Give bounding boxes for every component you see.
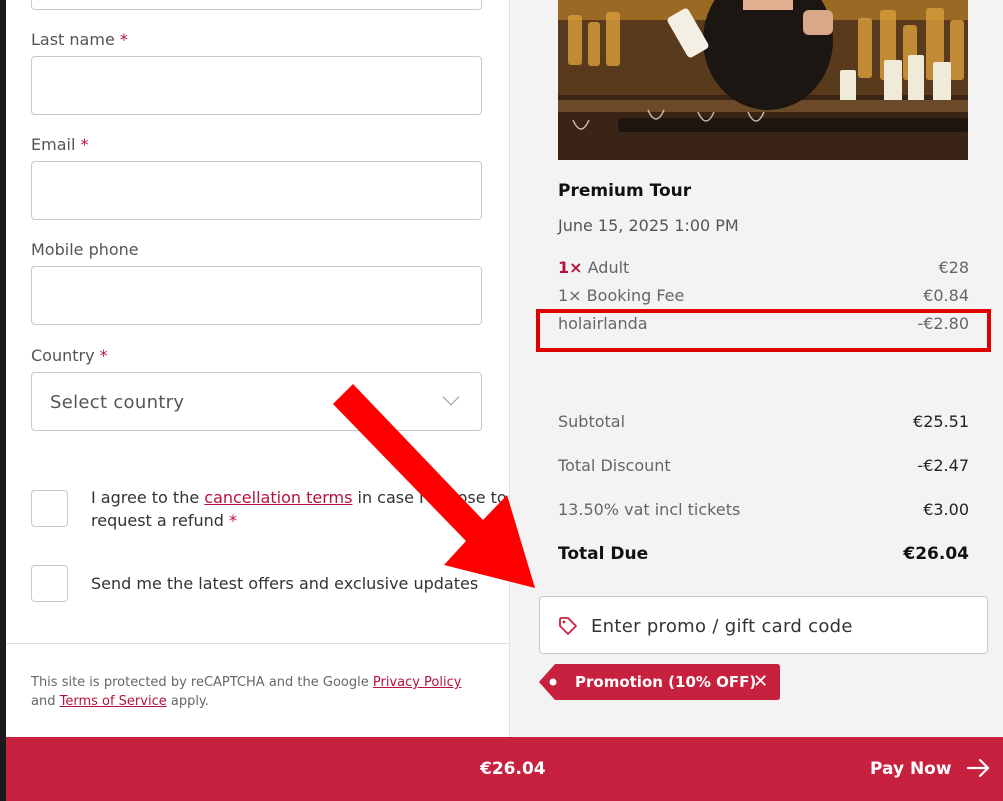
mobile-phone-label: Mobile phone bbox=[31, 240, 139, 259]
close-icon[interactable]: ✕ bbox=[753, 671, 768, 692]
total-discount-row: Total Discount -€2.47 bbox=[558, 456, 969, 475]
cancellation-terms-text: I agree to the cancellation terms in cas… bbox=[91, 488, 507, 530]
total-due-row: Total Due €26.04 bbox=[558, 544, 969, 564]
tour-date: June 15, 2025 1:00 PM bbox=[558, 216, 739, 235]
promo-code-input[interactable]: Enter promo / gift card code bbox=[539, 596, 988, 654]
mobile-phone-field[interactable] bbox=[31, 266, 482, 325]
email-label: Email * bbox=[31, 135, 89, 154]
promotion-label: Promotion (10% OFF) bbox=[575, 673, 757, 691]
applied-promotion-badge: Promotion (10% OFF) ✕ bbox=[539, 664, 780, 700]
order-summary: Premium Tour June 15, 2025 1:00 PM 1× Ad… bbox=[509, 0, 1003, 737]
cancellation-terms-checkbox[interactable] bbox=[31, 490, 68, 527]
offers-label: Send me the latest offers and exclusive … bbox=[91, 574, 479, 593]
line-item: 1× Adult €28 bbox=[558, 258, 969, 277]
pay-bar: €26.04 Pay Now bbox=[6, 737, 1003, 801]
privacy-policy-link[interactable]: Privacy Policy bbox=[373, 675, 462, 690]
offers-checkbox[interactable] bbox=[31, 565, 68, 602]
terms-of-service-link[interactable]: Terms of Service bbox=[60, 694, 167, 709]
email-field[interactable] bbox=[31, 161, 482, 220]
promo-code-placeholder: Enter promo / gift card code bbox=[591, 616, 853, 637]
country-select-value: Select country bbox=[50, 392, 185, 413]
tour-photo bbox=[558, 0, 968, 160]
first-name-field[interactable] bbox=[31, 0, 482, 10]
chevron-down-icon bbox=[442, 388, 460, 406]
vat-row: 13.50% vat incl tickets €3.00 bbox=[558, 500, 969, 519]
country-select[interactable]: Select country bbox=[31, 372, 482, 431]
tag-icon bbox=[558, 616, 578, 640]
divider bbox=[6, 643, 509, 644]
recaptcha-notice: This site is protected by reCAPTCHA and … bbox=[31, 675, 462, 709]
tour-title: Premium Tour bbox=[558, 181, 692, 201]
annotation-highlight-box bbox=[536, 309, 991, 352]
line-item: 1× Booking Fee €0.84 bbox=[558, 286, 969, 305]
contact-form: Last name * Email * Mobile phone Country… bbox=[6, 0, 509, 737]
subtotal-row: Subtotal €25.51 bbox=[558, 412, 969, 431]
pay-now-button[interactable]: Pay Now bbox=[870, 759, 952, 779]
country-label: Country * bbox=[31, 346, 108, 365]
pay-amount: €26.04 bbox=[480, 759, 546, 779]
cancellation-terms-link[interactable]: cancellation terms bbox=[204, 488, 352, 507]
last-name-label: Last name * bbox=[31, 30, 128, 49]
last-name-field[interactable] bbox=[31, 56, 482, 115]
arrow-right-icon[interactable] bbox=[966, 757, 992, 783]
